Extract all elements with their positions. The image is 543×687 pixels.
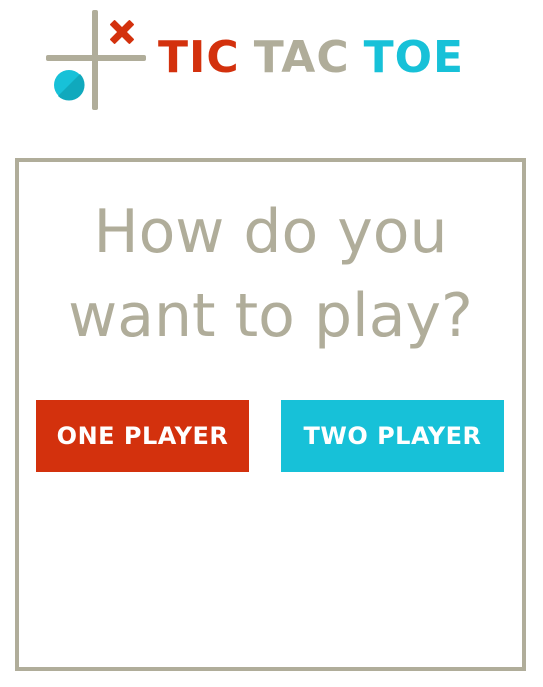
two-player-button[interactable]: TWO PLAYER — [281, 400, 504, 472]
mode-question: How do you want to play? — [68, 197, 473, 351]
header: TIC TAC TOE — [0, 0, 543, 120]
one-player-button[interactable]: ONE PLAYER — [36, 400, 249, 472]
title-word-tic: TIC — [158, 32, 240, 83]
app-title: TIC TAC TOE — [158, 28, 464, 88]
mode-selection-panel: How do you want to play? ONE PLAYER TWO … — [15, 158, 526, 671]
tic-tac-toe-logo-icon — [42, 8, 148, 112]
title-word-tac: TAC — [253, 32, 350, 83]
title-word-toe: TOE — [363, 32, 465, 83]
